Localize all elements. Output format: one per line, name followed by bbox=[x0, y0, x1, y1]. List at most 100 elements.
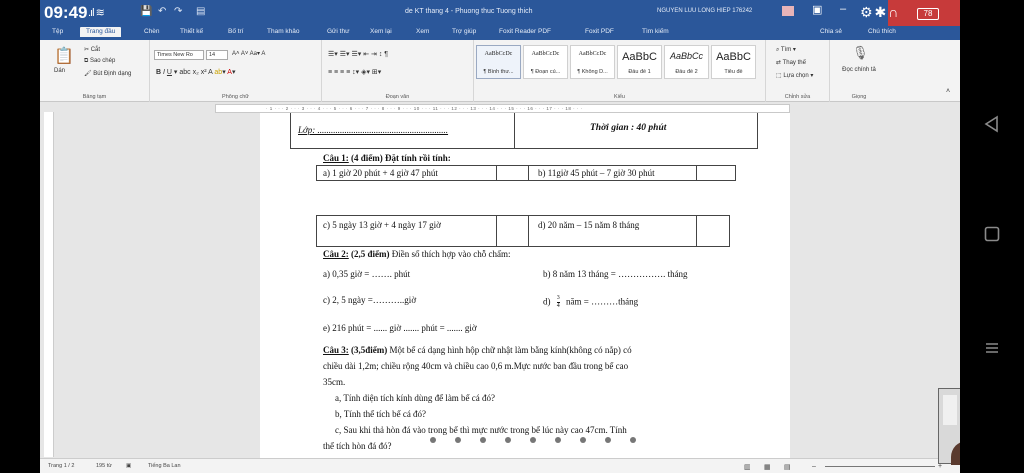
font-size-select[interactable]: 14 bbox=[206, 50, 228, 60]
page-dot[interactable] bbox=[480, 437, 486, 443]
q2-item-d: d) 3 4 năm = ………tháng bbox=[543, 295, 638, 310]
style-heading-2[interactable]: AaBbCc Đầu đề 2 bbox=[664, 45, 709, 79]
web-layout-icon[interactable]: ▤ bbox=[784, 463, 791, 471]
page-dot[interactable] bbox=[455, 437, 461, 443]
tab-layout[interactable]: Bố trí bbox=[228, 28, 244, 35]
page-dot[interactable] bbox=[530, 437, 536, 443]
paste-icon[interactable]: 📋 bbox=[54, 46, 74, 66]
back-icon[interactable] bbox=[982, 114, 1002, 134]
cut-label: Cắt bbox=[90, 47, 101, 53]
page-dot[interactable] bbox=[555, 437, 561, 443]
tab-home[interactable]: Trang đầu bbox=[80, 27, 122, 37]
clipboard-label: Bảng tạm bbox=[82, 94, 107, 100]
horizontal-ruler[interactable]: · 1 · · · 2 · · · 3 · · · 4 · · · 5 · · … bbox=[215, 104, 790, 113]
redo-icon[interactable]: ↷ bbox=[174, 6, 182, 17]
page-dot[interactable] bbox=[630, 437, 636, 443]
paste-button[interactable]: Dán bbox=[54, 68, 65, 74]
status-clock: 09:49 bbox=[44, 3, 88, 22]
q3-part-a: a, Tính diện tích kính dùng để làm bể cá… bbox=[335, 393, 496, 403]
minimize-icon[interactable]: – bbox=[840, 3, 846, 15]
tab-comments[interactable]: Chú thích bbox=[868, 28, 896, 35]
find-button[interactable]: ⌕ Tìm ▾ bbox=[776, 46, 796, 54]
list-buttons[interactable]: ☰▾ ☰▾ ☰▾ ⇤ ⇥ ↕ ¶ bbox=[328, 50, 388, 58]
table-divider bbox=[496, 165, 497, 181]
font-name-select[interactable]: Times New Ro bbox=[154, 50, 204, 60]
undo-icon[interactable]: ↶ bbox=[158, 6, 166, 17]
dictate-button[interactable]: Đọc chính tả bbox=[838, 67, 880, 73]
q3-heading: Câu 3: (3,5điểm) Một bể cá dạng hình hộp… bbox=[323, 345, 632, 355]
q1-item-a: a) 1 giờ 20 phút + 4 giờ 47 phút bbox=[323, 168, 438, 178]
home-icon[interactable] bbox=[984, 226, 1000, 242]
tab-mailings[interactable]: Gửi thư bbox=[327, 28, 349, 35]
q2-item-d-text: năm = ………tháng bbox=[566, 296, 639, 307]
tab-file[interactable]: Tệp bbox=[52, 28, 63, 35]
font-size-controls[interactable]: A˄ A˅ Aa▾ A͏ bbox=[232, 50, 265, 57]
video-light bbox=[943, 395, 957, 425]
page-count[interactable]: Trang 1 / 2 bbox=[48, 463, 74, 469]
voice-group: 🎙 Đọc chính tả Giọng bbox=[830, 40, 888, 102]
ribbon: 📋 Dán ✂ Cắt ⧉ Sao chép 🖌 Bút Định dạng B… bbox=[40, 40, 960, 102]
class-label: Lớp: ...................................… bbox=[298, 125, 449, 135]
user-avatar[interactable] bbox=[782, 6, 794, 16]
signal-icon: .ıl ≋ bbox=[88, 7, 105, 19]
tab-references[interactable]: Tham khảo bbox=[267, 28, 300, 35]
user-name[interactable]: NGUYEN LUU LONG HIEP 176242 bbox=[657, 8, 752, 14]
font-format-buttons[interactable]: B I U ▾ abc x₂ x² A ab▾ A▾ bbox=[156, 68, 235, 76]
cut-button[interactable]: ✂ Cắt bbox=[84, 46, 100, 53]
style-list-paragraph[interactable]: AaBbCcDc ¶ Đoạn củ... bbox=[523, 45, 568, 79]
style-name: ¶ Đoạn củ... bbox=[530, 69, 561, 75]
tab-foxit-reader[interactable]: Foxit Reader PDF bbox=[499, 28, 551, 35]
style-title[interactable]: AaBbC Tiêu đề bbox=[711, 45, 756, 79]
collapse-ribbon-icon[interactable]: ˄ bbox=[946, 88, 950, 95]
vertical-ruler[interactable] bbox=[44, 112, 54, 457]
video-call-thumbnail[interactable] bbox=[938, 388, 960, 465]
page-dot[interactable] bbox=[430, 437, 436, 443]
proofing-icon[interactable]: ▣ bbox=[126, 463, 131, 469]
word-count[interactable]: 195 từ bbox=[96, 463, 112, 469]
select-button[interactable]: ⬚ Lựa chọn ▾ bbox=[776, 72, 813, 79]
document-page[interactable]: Lớp: ...................................… bbox=[260, 113, 790, 458]
zoom-slider[interactable] bbox=[825, 466, 935, 467]
recent-apps-icon[interactable] bbox=[984, 340, 1000, 356]
tab-help[interactable]: Trợ giúp bbox=[452, 28, 476, 35]
language[interactable]: Tiếng Ba Lan bbox=[148, 463, 181, 469]
q3-line-1: chiều dài 1,2m; chiều rộng 40cm và chiều… bbox=[323, 361, 629, 371]
tab-view[interactable]: Xem bbox=[416, 28, 429, 35]
page-dot[interactable] bbox=[505, 437, 511, 443]
align-buttons[interactable]: ≡ ≡ ≡ ≡ ↕▾ ◈▾ ⊞▾ bbox=[328, 68, 381, 76]
tab-search[interactable]: Tìm kiếm bbox=[642, 28, 669, 35]
tab-design[interactable]: Thiết kế bbox=[180, 28, 203, 35]
format-painter-button[interactable]: 🖌 Bút Định dạng bbox=[84, 70, 131, 77]
clipboard-group: 📋 Dán ✂ Cắt ⧉ Sao chép 🖌 Bút Định dạng B… bbox=[40, 40, 150, 102]
ribbon-display-icon[interactable]: ▣ bbox=[812, 3, 822, 16]
quick-access-icon[interactable]: ▤ bbox=[196, 6, 205, 17]
battery-icon: 78 bbox=[917, 8, 939, 20]
table-divider bbox=[528, 215, 529, 247]
q3-number: Câu 3: bbox=[323, 345, 349, 355]
print-layout-icon[interactable]: ▦ bbox=[764, 463, 771, 471]
read-mode-icon[interactable]: ▥ bbox=[744, 463, 751, 471]
tab-share[interactable]: Chia sẻ bbox=[820, 28, 842, 35]
microphone-icon[interactable]: 🎙 bbox=[852, 45, 869, 61]
replace-button[interactable]: ⇄ Thay thế bbox=[776, 59, 806, 66]
copy-button[interactable]: ⧉ Sao chép bbox=[84, 58, 115, 65]
page-dot[interactable] bbox=[605, 437, 611, 443]
time-limit: Thời gian : 40 phút bbox=[590, 123, 667, 133]
find-label: Tìm bbox=[780, 47, 792, 53]
table-divider bbox=[696, 215, 697, 247]
style-no-spacing[interactable]: AaBbCcDc ¶ Không D... bbox=[570, 45, 615, 79]
select-label: Lựa chọn bbox=[783, 73, 809, 79]
tab-review[interactable]: Xem lại bbox=[370, 28, 392, 35]
font-label: Phông chữ bbox=[222, 94, 249, 100]
table-divider bbox=[528, 165, 529, 181]
zoom-in-icon[interactable]: + bbox=[938, 463, 942, 470]
page-dot[interactable] bbox=[580, 437, 586, 443]
format-painter-label: Bút Định dạng bbox=[93, 71, 132, 77]
zoom-out-icon[interactable]: – bbox=[812, 463, 816, 470]
tab-insert[interactable]: Chèn bbox=[144, 28, 160, 35]
android-nav-bar bbox=[960, 0, 1024, 473]
style-heading-1[interactable]: AaBbC Đầu đề 1 bbox=[617, 45, 662, 79]
style-normal[interactable]: AaBbCcDc ¶ Bình thư... bbox=[476, 45, 521, 79]
save-icon[interactable]: 💾 bbox=[140, 6, 152, 17]
tab-foxit-pdf[interactable]: Foxit PDF bbox=[585, 28, 614, 35]
